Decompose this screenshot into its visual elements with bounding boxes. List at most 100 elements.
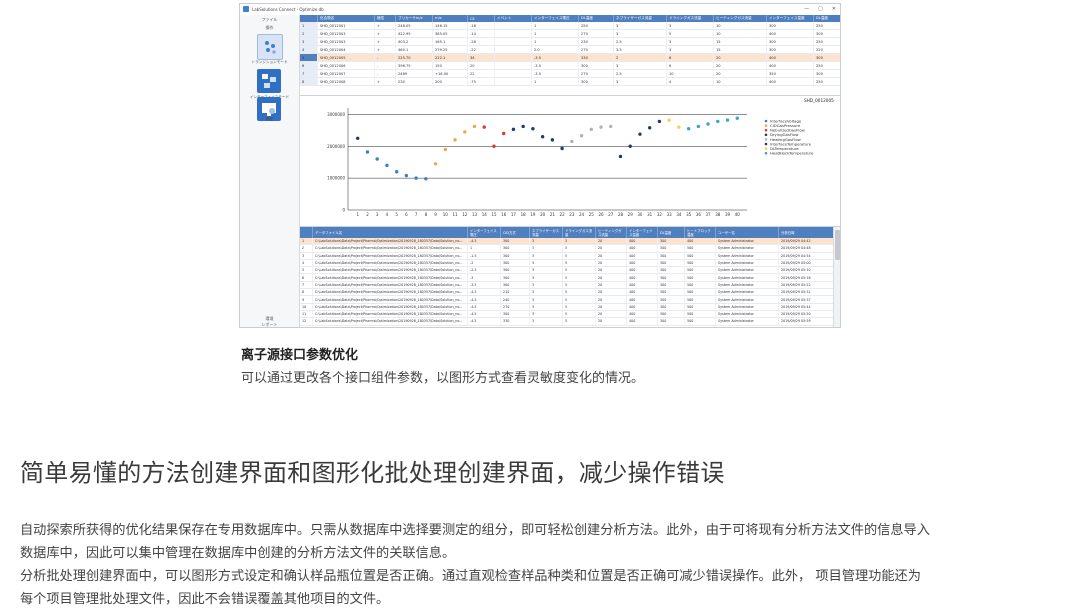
data-file-cell[interactable]: 400 <box>626 238 658 246</box>
compound-cell[interactable] <box>494 77 532 86</box>
compound-cell[interactable] <box>494 37 532 46</box>
compound-cell[interactable]: 220 <box>813 45 840 54</box>
close-button[interactable]: ✕ <box>832 6 836 12</box>
data-file-row[interactable]: 1 C:\LabSolutions\Data\Project\Pharma\Opt… <box>300 238 840 246</box>
data-file-cell[interactable]: 3 <box>562 238 596 246</box>
compound-cell[interactable]: 146.15 <box>432 22 468 30</box>
compound-cell[interactable]: 279.25 <box>432 45 468 54</box>
compound-cell[interactable]: -14 <box>467 29 495 38</box>
compound-column-header[interactable]: ヒーティングガス流量 <box>713 15 767 22</box>
data-file-cell[interactable]: 300 <box>657 252 685 260</box>
data-file-cell[interactable]: 400 <box>626 273 658 282</box>
compound-cell[interactable]: 422.95 <box>395 29 433 38</box>
data-file-column-header[interactable]: ネブライザーガス流量 <box>529 227 563 238</box>
compound-cell[interactable]: 270 <box>578 29 614 38</box>
compound-cell[interactable]: - <box>374 53 396 62</box>
data-file-cell[interactable]: 210 <box>500 288 530 297</box>
data-file-cell[interactable]: 300 <box>500 281 530 290</box>
compound-cell[interactable]: 3 <box>613 61 667 70</box>
compound-cell[interactable]: 400 <box>766 77 814 86</box>
data-file-cell[interactable]: 3 <box>529 295 563 304</box>
compound-row[interactable]: 7 SHD_0012007-2469 +16.00 22 -3.5 270 2.5 10 20 3… <box>300 69 840 78</box>
data-file-cell[interactable]: 12 <box>300 317 313 326</box>
data-file-cell[interactable]: 500 <box>684 259 716 268</box>
data-file-row[interactable]: 8 C:\LabSolutions\Data\Project\Pharma\Opt… <box>300 288 840 297</box>
data-file-row[interactable]: 11 C:\LabSolutions\Data\Project\Pharma\Op… <box>300 310 840 319</box>
data-file-cell[interactable]: 20 <box>595 295 627 304</box>
data-file-cell[interactable]: 300 <box>657 238 685 246</box>
data-file-row[interactable]: 2 C:\LabSolutions\Data\Project\Pharma\Opt… <box>300 244 840 253</box>
compound-cell[interactable]: 250 <box>813 61 840 70</box>
compound-cell[interactable]: 15 <box>713 37 767 46</box>
compound-cell[interactable]: 3 <box>666 45 714 54</box>
data-file-cell[interactable]: -4.5 <box>467 303 501 311</box>
data-file-cell[interactable]: 3 <box>529 281 563 290</box>
compound-column-header[interactable] <box>300 15 318 22</box>
data-file-cell[interactable]: 3 <box>529 288 563 297</box>
data-file-cell[interactable]: 500 <box>684 266 716 275</box>
data-file-cell[interactable]: 300 <box>657 317 685 326</box>
data-file-cell[interactable]: 5 <box>562 281 596 290</box>
compound-cell[interactable]: 3 <box>613 29 667 38</box>
data-file-row[interactable]: 7 C:\LabSolutions\Data\Project\Pharma\Opt… <box>300 281 840 290</box>
data-file-cell[interactable]: 5 <box>562 303 596 311</box>
compound-cell[interactable]: 2.5 <box>613 37 667 46</box>
data-file-cell[interactable]: 20 <box>595 238 627 246</box>
compound-cell[interactable]: 300 <box>766 45 814 54</box>
compound-cell[interactable]: 150 <box>432 61 468 70</box>
data-file-cell[interactable]: -2 <box>467 259 501 268</box>
data-file-cell[interactable]: System Administrator <box>715 238 779 246</box>
compound-cell[interactable]: 10 <box>666 69 714 78</box>
data-file-cell[interactable]: 5 <box>562 266 596 275</box>
compound-column-header[interactable]: イベント <box>494 15 532 22</box>
data-file-cell[interactable]: 500 <box>684 317 716 326</box>
compound-cell[interactable]: 22 <box>467 69 495 78</box>
compound-cell[interactable]: 20 <box>713 69 767 78</box>
data-file-cell[interactable]: 300 <box>500 273 530 282</box>
data-file-cell[interactable]: 5 <box>562 273 596 282</box>
compound-cell[interactable]: 270 <box>578 69 614 78</box>
compound-cell[interactable]: 2.5 <box>613 69 667 78</box>
compound-cell[interactable]: 20 <box>713 53 767 62</box>
data-file-cell[interactable]: -4.5 <box>467 238 501 246</box>
compound-row[interactable]: 8SHD_0012008+230200-7513003410400250400 <box>300 77 840 86</box>
compound-row[interactable]: 1 SHD_0012001 +248.05 146.15 -16 1 250 3 3 10 300 2… <box>300 22 840 30</box>
data-file-cell[interactable]: -2.5 <box>467 266 501 275</box>
compound-cell[interactable]: 1 <box>531 77 579 86</box>
data-file-cell[interactable]: C:\LabSolutions\Data\Project\Pharma\Opti… <box>312 281 468 290</box>
compound-cell[interactable]: 3 <box>300 37 318 46</box>
compound-cell[interactable]: 225.70 <box>395 53 433 62</box>
data-file-cell[interactable]: 2 <box>300 244 313 253</box>
compound-row[interactable]: 5 SHD_0012005-225.70 222.1 34 -3.5 330 2 6 20 400… <box>300 53 840 62</box>
compound-column-header[interactable]: プリカーサm/z <box>395 15 433 22</box>
data-file-column-header[interactable]: インターフェイス電圧 <box>467 227 501 238</box>
data-file-cell[interactable]: 500 <box>684 303 716 311</box>
compound-cell[interactable]: 270 <box>578 45 614 54</box>
compound-cell[interactable]: 3 <box>613 22 667 30</box>
data-file-cell[interactable]: -3.5 <box>467 281 501 290</box>
data-file-column-header[interactable]: 分析日時 <box>778 227 840 238</box>
compound-cell[interactable]: -22 <box>467 45 495 54</box>
compound-cell[interactable]: 300 <box>813 69 840 78</box>
compound-cell[interactable]: -3.5 <box>531 53 579 62</box>
data-file-cell[interactable]: 2019/09/29 05:00 <box>778 259 840 268</box>
data-file-cell[interactable]: -4.5 <box>467 288 501 297</box>
compound-cell[interactable]: 4 <box>666 77 714 86</box>
compound-cell[interactable]: 5 <box>300 53 318 62</box>
data-file-cell[interactable]: 20 <box>595 303 627 311</box>
compound-cell[interactable]: 200 <box>432 77 468 86</box>
data-file-cell[interactable]: 500 <box>684 295 716 304</box>
compound-row[interactable]: 3 SHD_0012003 +403.2 165.1 -28 1 230 2.5 3 15 300 2… <box>300 37 840 46</box>
data-file-cell[interactable]: 400 <box>626 317 658 326</box>
compound-column-header[interactable]: ネブライザーガス流量 <box>613 15 667 22</box>
data-file-cell[interactable]: 3 <box>529 317 563 326</box>
table-scrollbar[interactable] <box>833 227 840 327</box>
compound-cell[interactable]: 4 <box>300 45 318 54</box>
data-file-cell[interactable]: 3 <box>300 252 313 260</box>
compound-cell[interactable]: 3 <box>613 77 667 86</box>
data-file-cell[interactable]: 2019/09/29 05:44 <box>778 303 840 311</box>
data-file-cell[interactable]: 6 <box>300 273 313 282</box>
compound-cell[interactable]: 20 <box>467 61 495 70</box>
data-file-cell[interactable]: C:\LabSolutions\Data\Project\Pharma\Opti… <box>312 295 468 304</box>
data-file-column-header[interactable]: ヒーティングガス流量 <box>595 227 627 238</box>
